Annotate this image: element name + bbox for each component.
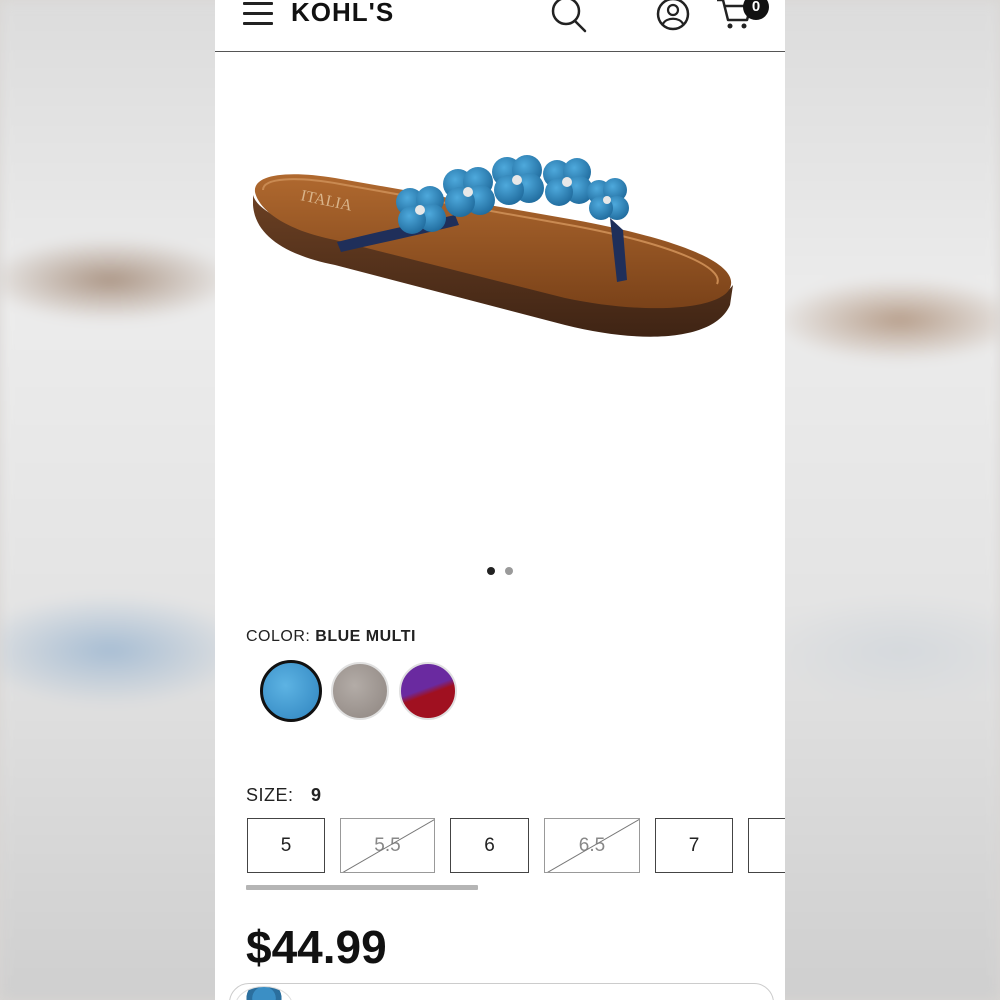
menu-icon[interactable]	[243, 2, 273, 28]
product-page: KOHL'S 0 ITALIA COLOR: BLUE MULTI SIZE: …	[215, 0, 785, 1000]
site-header: KOHL'S 0	[215, 0, 785, 52]
cart-count-badge[interactable]: 0	[743, 0, 769, 20]
carousel-dot[interactable]	[505, 567, 514, 575]
color-swatch-taupe[interactable]	[331, 662, 389, 720]
selected-size-value: 9	[311, 785, 322, 805]
carousel-dot[interactable]	[486, 567, 495, 575]
size-option-next-partial[interactable]	[748, 818, 785, 873]
color-selection-label: COLOR: BLUE MULTI	[246, 628, 416, 645]
account-icon[interactable]	[655, 0, 691, 34]
size-option-5[interactable]: 5	[247, 818, 325, 873]
sticky-bottom-bar[interactable]	[229, 983, 774, 1000]
search-icon[interactable]	[549, 0, 589, 36]
size-scrollbar[interactable]	[246, 885, 478, 890]
size-selection-label: SIZE: 9	[246, 785, 322, 805]
product-price: $44.99	[246, 921, 387, 973]
product-image[interactable]: ITALIA	[245, 70, 755, 550]
color-swatch-purple-red[interactable]	[399, 662, 457, 720]
kohls-logo[interactable]: KOHL'S	[291, 0, 394, 28]
color-swatch-blue-multi[interactable]	[260, 660, 322, 722]
image-carousel-dots	[215, 562, 785, 575]
size-option-6-5[interactable]: 6.5	[544, 818, 640, 873]
size-option-5-5[interactable]: 5.5	[340, 818, 435, 873]
size-option-6[interactable]: 6	[450, 818, 529, 873]
size-option-7[interactable]: 7	[655, 818, 733, 873]
selected-color-value: BLUE MULTI	[315, 628, 416, 645]
